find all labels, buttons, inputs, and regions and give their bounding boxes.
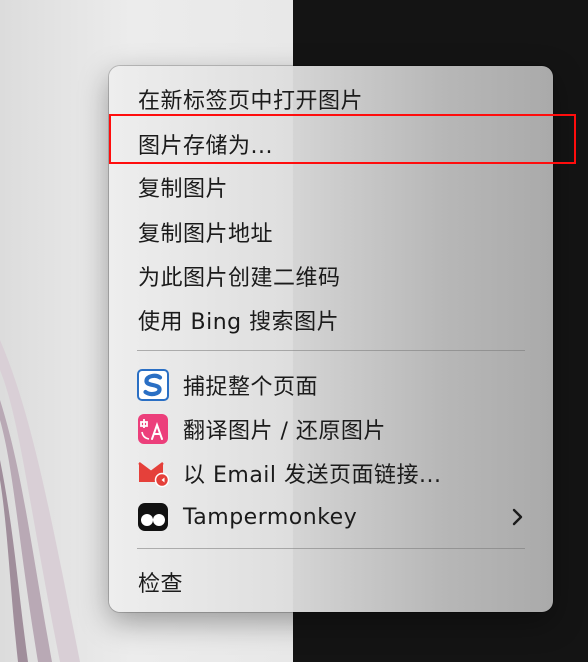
fabric-image-fragment — [0, 340, 80, 662]
translate-icon — [138, 414, 168, 444]
menu-item-search-image-bing[interactable]: 使用 Bing 搜索图片 — [109, 300, 553, 340]
menu-separator — [137, 548, 525, 549]
menu-item-inspect[interactable]: 检查 — [109, 562, 553, 602]
screenshot-s-icon — [137, 369, 169, 401]
menu-item-label: 复制图片 — [138, 177, 229, 202]
menu-item-label: 翻译图片 / 还原图片 — [183, 419, 386, 444]
menu-item-label: 使用 Bing 搜索图片 — [138, 310, 340, 335]
highlight-box-save-image-as — [109, 114, 576, 164]
menu-item-label: Tampermonkey — [183, 504, 358, 530]
menu-item-email-page-link[interactable]: 以 Email 发送页面链接... — [109, 453, 553, 493]
menu-item-label: 以 Email 发送页面链接... — [183, 463, 442, 488]
menu-item-label: 检查 — [138, 572, 184, 597]
menu-item-translate-image[interactable]: 翻译图片 / 还原图片 — [109, 409, 553, 449]
tampermonkey-icon — [138, 503, 168, 531]
menu-item-copy-image-address[interactable]: 复制图片地址 — [109, 212, 553, 252]
menu-item-label: 为此图片创建二维码 — [138, 266, 341, 291]
menu-item-create-qr-code[interactable]: 为此图片创建二维码 — [109, 256, 553, 296]
menu-item-open-image-new-tab[interactable]: 在新标签页中打开图片 — [109, 79, 553, 119]
menu-item-capture-full-page[interactable]: 捕捉整个页面 — [109, 365, 553, 405]
menu-item-label: 复制图片地址 — [138, 222, 274, 247]
menu-separator — [137, 350, 525, 351]
menu-item-tampermonkey[interactable]: Tampermonkey — [109, 497, 553, 537]
chevron-right-icon — [512, 508, 523, 526]
menu-item-label: 在新标签页中打开图片 — [138, 89, 364, 114]
menu-item-copy-image[interactable]: 复制图片 — [109, 167, 553, 207]
email-icon — [138, 462, 169, 488]
menu-item-label: 捕捉整个页面 — [183, 375, 319, 400]
